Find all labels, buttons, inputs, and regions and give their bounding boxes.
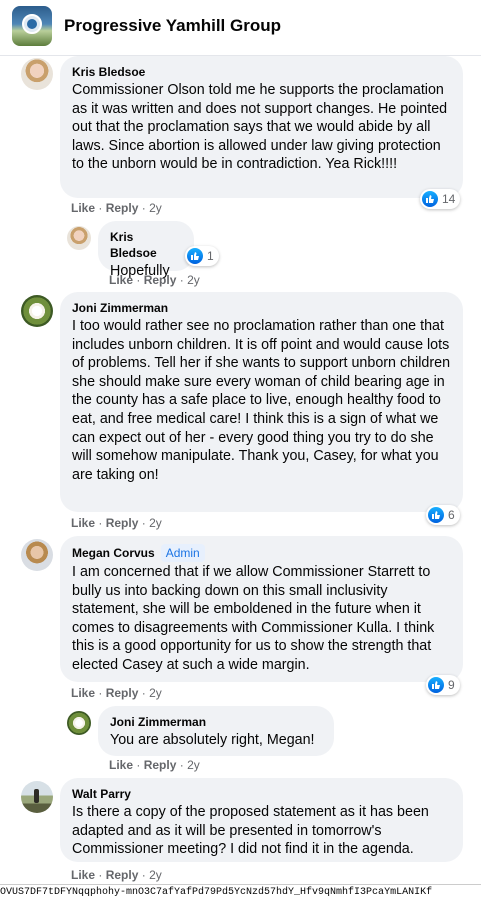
separator: · [136, 758, 144, 772]
separator: · [98, 686, 106, 700]
comment-text: Is there a copy of the proposed statemen… [72, 804, 429, 858]
separator: · [98, 516, 106, 530]
group-title[interactable]: Progressive Yamhill Group [64, 16, 281, 36]
reaction-number: 14 [442, 192, 456, 206]
avatar-megan-corvus[interactable] [21, 539, 53, 571]
reaction-number: 9 [448, 678, 455, 692]
timestamp[interactable]: 2y [149, 868, 162, 882]
timestamp[interactable]: 2y [187, 273, 200, 287]
comment-author[interactable]: Joni Zimmerman [110, 714, 322, 730]
timestamp[interactable]: 2y [187, 758, 200, 772]
reply-link[interactable]: Reply [144, 273, 177, 287]
thumbs-up-icon [428, 677, 444, 693]
thumbs-up-icon [187, 248, 203, 264]
like-link[interactable]: Like [109, 273, 133, 287]
separator: · [136, 273, 144, 287]
avatar-figure [34, 789, 39, 803]
reaction-count[interactable]: 9 [426, 675, 460, 695]
comment-author[interactable]: Kris Bledsoe [110, 229, 182, 261]
separator: · [141, 868, 150, 882]
comment-text: I too would rather see no proclamation r… [72, 318, 451, 483]
reply-link[interactable]: Reply [106, 686, 139, 700]
timestamp[interactable]: 2y [149, 201, 162, 215]
separator: · [141, 201, 150, 215]
comment-bubble: Kris Bledsoe Commissioner Olson told me … [60, 56, 463, 198]
reply-link[interactable]: Reply [106, 516, 139, 530]
comment-text: I am concerned that if we allow Commissi… [72, 564, 435, 673]
like-link[interactable]: Like [71, 686, 95, 700]
comment-author[interactable]: Joni Zimmerman [72, 300, 451, 316]
comment-bubble: Walt Parry Is there a copy of the propos… [60, 778, 463, 862]
comment-author[interactable]: Kris Bledsoe [72, 64, 451, 80]
reply-link[interactable]: Reply [144, 758, 177, 772]
separator: · [98, 868, 106, 882]
separator: · [179, 273, 188, 287]
comment-actions: Like · Reply · 2y [71, 516, 162, 530]
comment-actions: Like · Reply · 2y [109, 273, 200, 287]
reaction-count[interactable]: 6 [426, 505, 460, 525]
avatar-kris-bledsoe[interactable] [21, 58, 53, 90]
comment-bubble: Joni Zimmerman I too would rather see no… [60, 292, 463, 512]
group-header: Progressive Yamhill Group [0, 0, 481, 56]
like-link[interactable]: Like [109, 758, 133, 772]
like-link[interactable]: Like [71, 201, 95, 215]
group-avatar[interactable] [12, 6, 52, 46]
avatar-joni-zimmerman[interactable] [67, 711, 91, 735]
reaction-count[interactable]: 1 [185, 246, 219, 266]
reply-bubble: Kris Bledsoe Hopefully [98, 221, 194, 279]
comment-actions: Like · Reply · 2y [71, 201, 162, 215]
comment-author: Megan Corvus Admin [72, 544, 451, 562]
author-name[interactable]: Megan Corvus [72, 546, 155, 560]
avatar-joni-zimmerman[interactable] [21, 295, 53, 327]
avatar-walt-parry[interactable] [21, 781, 53, 813]
group-logo-center [27, 19, 37, 29]
avatar-kris-bledsoe[interactable] [67, 226, 91, 250]
like-link[interactable]: Like [71, 868, 95, 882]
timestamp[interactable]: 2y [149, 516, 162, 530]
thumbs-up-icon [422, 191, 438, 207]
reply-bubble: Joni Zimmerman You are absolutely right,… [98, 706, 334, 756]
separator: · [179, 758, 188, 772]
separator: · [141, 516, 150, 530]
separator: · [141, 686, 150, 700]
comment-actions: Like · Reply · 2y [109, 758, 200, 772]
reaction-number: 6 [448, 508, 455, 522]
comment-text: Commissioner Olson told me he supports t… [72, 82, 448, 173]
reply-link[interactable]: Reply [106, 201, 139, 215]
comment-author[interactable]: Walt Parry [72, 786, 451, 802]
admin-badge: Admin [160, 544, 205, 562]
reaction-number: 1 [207, 249, 214, 263]
separator: · [98, 201, 106, 215]
reply-link[interactable]: Reply [106, 868, 139, 882]
status-url: OVUS7DF7tDFYNqqphohy-mnO3C7afYafPd79Pd5Y… [0, 884, 481, 899]
timestamp[interactable]: 2y [149, 686, 162, 700]
comment-bubble: Megan Corvus Admin I am concerned that if… [60, 536, 463, 682]
comment-actions: Like · Reply · 2y [71, 686, 162, 700]
reaction-count[interactable]: 14 [420, 189, 461, 209]
comment-text: You are absolutely right, Megan! [110, 732, 315, 748]
like-link[interactable]: Like [71, 516, 95, 530]
thumbs-up-icon [428, 507, 444, 523]
comment-actions: Like · Reply · 2y [71, 868, 162, 882]
